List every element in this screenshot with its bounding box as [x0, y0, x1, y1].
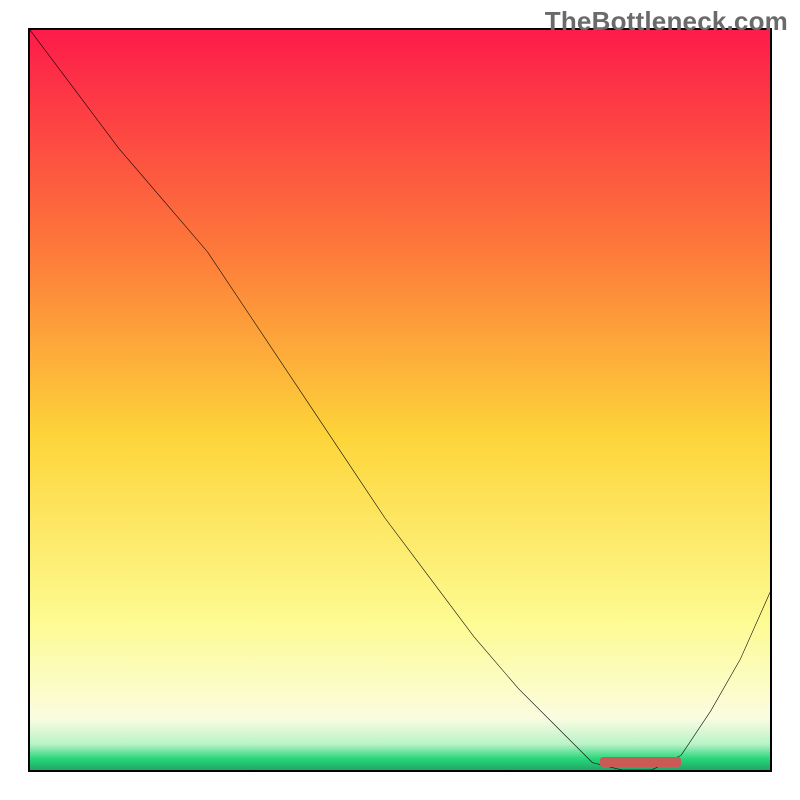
valley-marker [600, 757, 681, 767]
watermark-text: TheBottleneck.com [545, 6, 788, 37]
bottleneck-curve [30, 30, 770, 770]
chart-frame: TheBottleneck.com [0, 0, 800, 800]
plot-area [28, 28, 772, 772]
